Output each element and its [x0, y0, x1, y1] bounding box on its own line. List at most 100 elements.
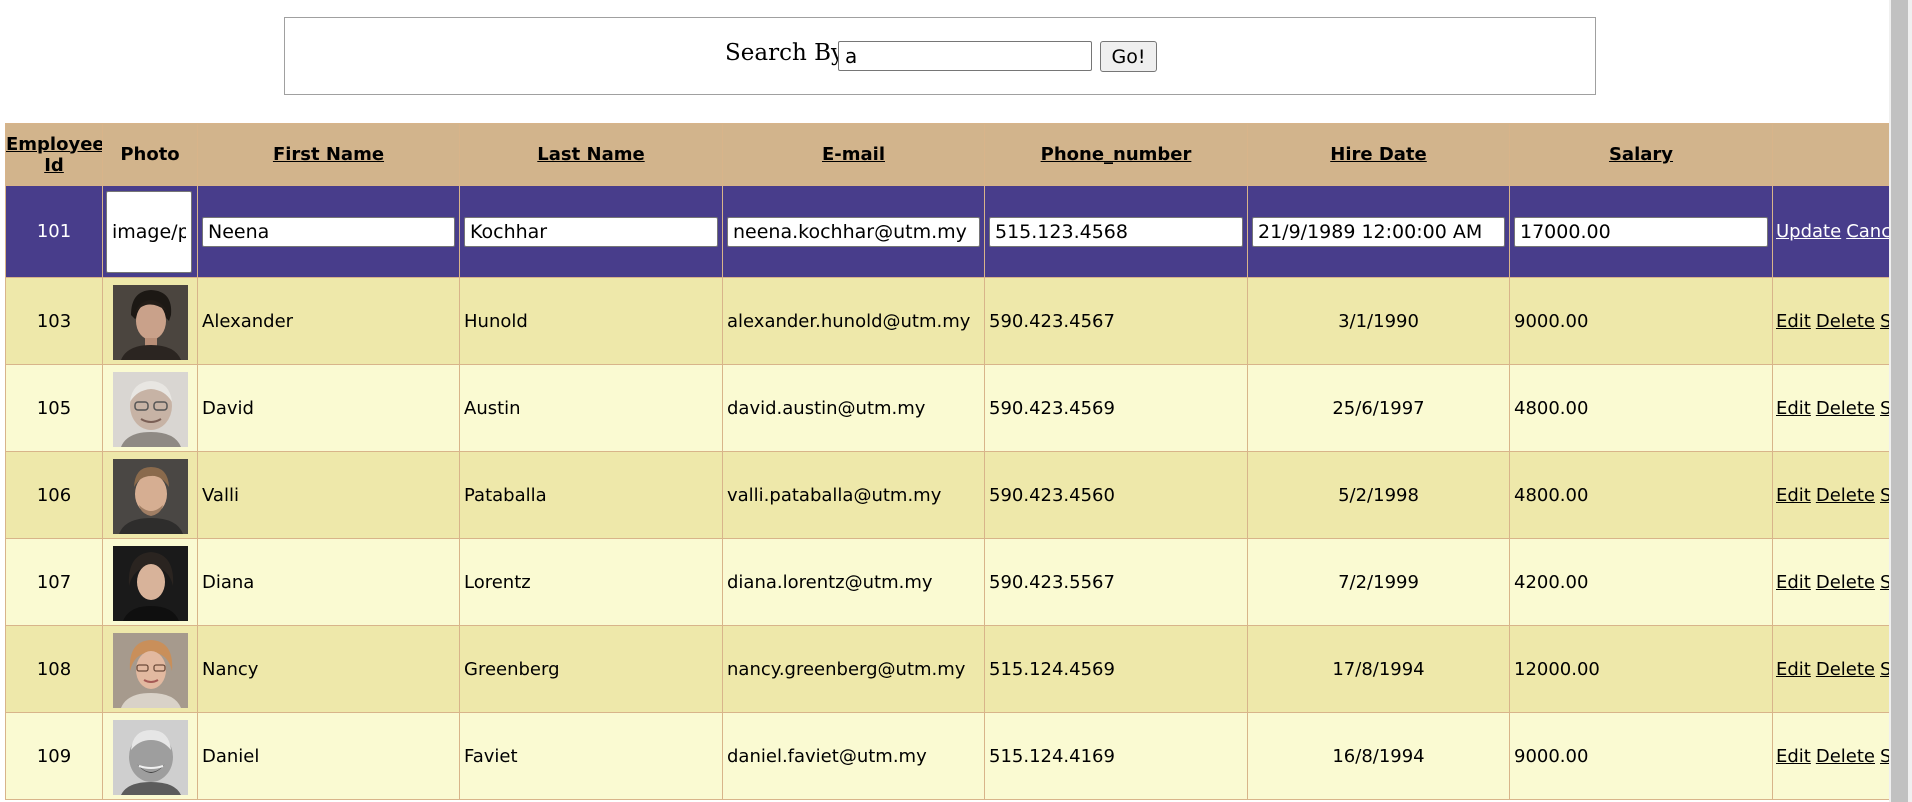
- delete-link[interactable]: Delete: [1816, 746, 1875, 767]
- hire-date: 25/6/1997: [1247, 364, 1510, 452]
- sort-salary-link[interactable]: Salary: [1609, 144, 1673, 165]
- select-link[interactable]: Select: [1880, 572, 1889, 593]
- delete-link[interactable]: Delete: [1816, 572, 1875, 593]
- scrollbar-thumb[interactable]: [1891, 0, 1908, 802]
- row-actions: EditDelete Select: [1772, 625, 1889, 713]
- delete-link[interactable]: Delete: [1816, 659, 1875, 680]
- header-hire-date[interactable]: Hire Date: [1247, 123, 1510, 186]
- first-name: Diana: [197, 538, 460, 626]
- last-name: Hunold: [459, 277, 723, 365]
- row-actions: EditDelete Select: [1772, 277, 1889, 365]
- employee-grid: Employee Id Photo First Name Last Name E-…: [5, 123, 1889, 802]
- select-link[interactable]: Select: [1880, 746, 1889, 767]
- hire-date-field[interactable]: [1252, 216, 1505, 247]
- employee-photo: [112, 546, 188, 621]
- edit-email-cell: [722, 185, 985, 278]
- search-label: Search By:: [725, 40, 852, 66]
- cancel-link[interactable]: Cancel: [1846, 221, 1889, 242]
- email: david.austin@utm.my: [722, 364, 985, 452]
- header-first-name[interactable]: First Name: [197, 123, 460, 186]
- edit-link[interactable]: Edit: [1776, 659, 1811, 680]
- edit-link[interactable]: Edit: [1776, 398, 1811, 419]
- employee-id: 108: [5, 625, 103, 713]
- salary: 12000.00: [1509, 625, 1773, 713]
- photo-cell: [102, 538, 198, 626]
- photo-cell: [102, 364, 198, 452]
- edit-salary-cell: [1509, 185, 1773, 278]
- first-name: Valli: [197, 451, 460, 539]
- photo-cell: [102, 277, 198, 365]
- row-actions: EditDelete Select: [1772, 712, 1889, 800]
- vertical-scrollbar[interactable]: [1889, 0, 1912, 802]
- update-link[interactable]: Update: [1776, 221, 1841, 242]
- select-link[interactable]: Select: [1880, 485, 1889, 506]
- edit-link[interactable]: Edit: [1776, 572, 1811, 593]
- salary: 4800.00: [1509, 451, 1773, 539]
- header-actions: [1772, 123, 1889, 186]
- salary: 9000.00: [1509, 712, 1773, 800]
- edit-link[interactable]: Edit: [1776, 746, 1811, 767]
- last-name: Lorentz: [459, 538, 723, 626]
- edit-link[interactable]: Edit: [1776, 485, 1811, 506]
- employee-id: 106: [5, 451, 103, 539]
- last-name: Greenberg: [459, 625, 723, 713]
- employee-photo: [112, 285, 188, 360]
- last-name: Faviet: [459, 712, 723, 800]
- select-link[interactable]: Select: [1880, 311, 1889, 332]
- delete-link[interactable]: Delete: [1816, 311, 1875, 332]
- last-name: Pataballa: [459, 451, 723, 539]
- header-id-line1: Employee: [6, 133, 103, 155]
- select-link[interactable]: Select: [1880, 398, 1889, 419]
- sort-last-name-link[interactable]: Last Name: [537, 144, 644, 165]
- delete-link[interactable]: Delete: [1816, 485, 1875, 506]
- table-row: 107 Diana Lorentz diana.lorentz@utm.my 5…: [5, 538, 1889, 626]
- sort-hire-date-link[interactable]: Hire Date: [1330, 144, 1427, 165]
- search-input[interactable]: [838, 41, 1092, 71]
- employee-id: 103: [5, 277, 103, 365]
- header-row: Employee Id Photo First Name Last Name E-…: [5, 123, 1889, 186]
- sort-phone-link[interactable]: Phone_number: [1041, 144, 1192, 165]
- employee-photo: [112, 372, 188, 447]
- hire-date: 5/2/1998: [1247, 451, 1510, 539]
- phone-field[interactable]: [989, 216, 1243, 247]
- sort-employee-id-link[interactable]: Employee Id: [6, 133, 103, 176]
- phone-number: 515.124.4569: [984, 625, 1248, 713]
- go-button[interactable]: Go!: [1100, 41, 1157, 72]
- first-name: David: [197, 364, 460, 452]
- first-name: Nancy: [197, 625, 460, 713]
- select-link[interactable]: Select: [1880, 659, 1889, 680]
- header-email[interactable]: E-mail: [722, 123, 985, 186]
- employee-photo: [112, 459, 188, 534]
- email: nancy.greenberg@utm.my: [722, 625, 985, 713]
- header-phone[interactable]: Phone_number: [984, 123, 1248, 186]
- sort-first-name-link[interactable]: First Name: [273, 144, 384, 165]
- employee-photo: [112, 633, 188, 708]
- edit-first-name-cell: [197, 185, 460, 278]
- header-last-name[interactable]: Last Name: [459, 123, 723, 186]
- hire-date: 3/1/1990: [1247, 277, 1510, 365]
- table-row: 109 Daniel Faviet daniel.faviet@utm.my 5…: [5, 712, 1889, 800]
- last-name-field[interactable]: [464, 216, 718, 247]
- edit-link[interactable]: Edit: [1776, 311, 1811, 332]
- hire-date: 7/2/1999: [1247, 538, 1510, 626]
- first-name: Alexander: [197, 277, 460, 365]
- edit-last-name-cell: [459, 185, 723, 278]
- email-field[interactable]: [727, 216, 980, 247]
- employee-id: 107: [5, 538, 103, 626]
- email: valli.pataballa@utm.my: [722, 451, 985, 539]
- edit-phone-cell: [984, 185, 1248, 278]
- table-row: 103 Alexander Hunold alexander.hunold@ut…: [5, 277, 1889, 365]
- photo-cell: [102, 451, 198, 539]
- sort-email-link[interactable]: E-mail: [822, 144, 885, 165]
- header-salary[interactable]: Salary: [1509, 123, 1773, 186]
- photo-path-field[interactable]: [106, 190, 192, 273]
- phone-number: 590.423.4569: [984, 364, 1248, 452]
- first-name-field[interactable]: [202, 216, 455, 247]
- header-employee-id[interactable]: Employee Id: [5, 123, 103, 186]
- delete-link[interactable]: Delete: [1816, 398, 1875, 419]
- photo-cell: [102, 625, 198, 713]
- hire-date: 17/8/1994: [1247, 625, 1510, 713]
- salary-field[interactable]: [1514, 216, 1768, 247]
- table-row: 106 Valli Pataballa valli.pataballa@utm.…: [5, 451, 1889, 539]
- first-name: Daniel: [197, 712, 460, 800]
